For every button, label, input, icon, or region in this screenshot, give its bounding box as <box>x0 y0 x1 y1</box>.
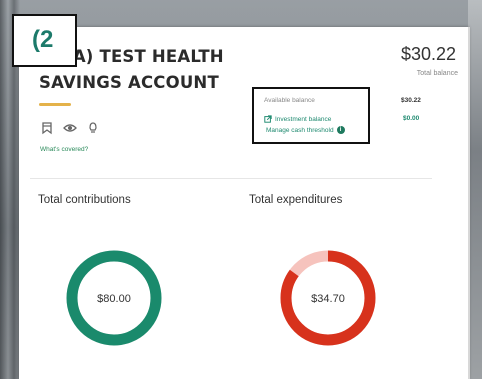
info-icon[interactable]: i <box>336 126 345 134</box>
total-contributions-title: Total contributions <box>38 194 131 206</box>
expenditures-value: $34.70 <box>311 293 345 305</box>
investment-balance-value: $0.00 <box>403 115 420 122</box>
title-accent-bar <box>39 103 71 106</box>
manage-cash-threshold-link[interactable]: Manage cash threshold i <box>266 126 345 134</box>
available-balance-value: $30.22 <box>401 97 421 104</box>
bookmark-icon[interactable] <box>40 121 54 135</box>
available-balance-label: Available balance <box>264 97 315 104</box>
lightbulb-icon[interactable] <box>86 121 100 135</box>
total-balance-amount: $30.22 <box>400 44 456 64</box>
manage-cash-threshold-label: Manage cash threshold <box>266 126 334 134</box>
contributions-value: $80.00 <box>97 293 131 305</box>
background-photo-right <box>468 0 482 379</box>
expenditures-donut: $34.70 <box>280 250 376 346</box>
section-divider <box>30 178 432 179</box>
investment-balance-link[interactable]: Investment balance <box>264 115 331 123</box>
step-marker-label: (2 <box>32 26 54 53</box>
step-marker-box: (2 <box>12 14 77 67</box>
whats-covered-link[interactable]: What's covered? <box>40 146 88 153</box>
investment-balance-label: Investment balance <box>275 115 332 123</box>
account-action-icons <box>40 121 100 135</box>
external-link-icon <box>264 115 272 123</box>
contributions-donut: $80.00 <box>66 250 162 346</box>
account-title-line-2: SAVINGS ACCOUNT <box>39 73 219 92</box>
card-edge <box>468 27 470 379</box>
total-balance-label: Total balance <box>416 70 458 77</box>
total-expenditures-title: Total expenditures <box>249 194 343 206</box>
eye-icon[interactable] <box>63 121 77 135</box>
